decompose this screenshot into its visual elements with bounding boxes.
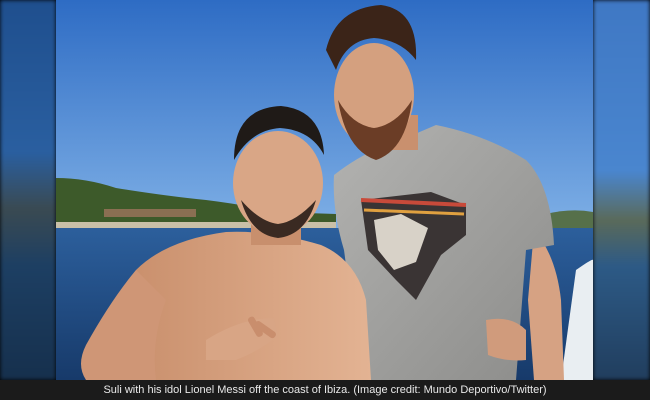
- beach-building: [104, 209, 196, 217]
- caption-bar: Suli with his idol Lionel Messi off the …: [0, 380, 650, 400]
- blurred-left-edge: [0, 0, 56, 380]
- smiling-face: [233, 131, 323, 235]
- image-caption: Suli with his idol Lionel Messi off the …: [103, 384, 547, 396]
- image-frame: Suli with his idol Lionel Messi off the …: [0, 0, 650, 400]
- photo: [56, 0, 593, 380]
- blurred-right-edge: [593, 0, 650, 380]
